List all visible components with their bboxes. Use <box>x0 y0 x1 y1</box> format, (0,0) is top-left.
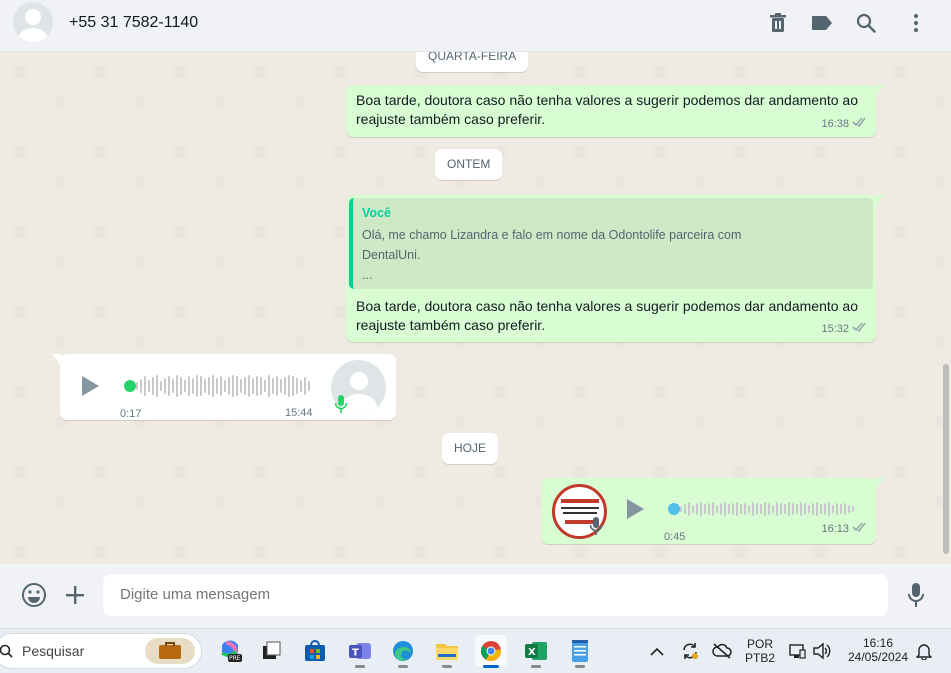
task-view-icon[interactable] <box>256 635 288 667</box>
message-text: Boa tarde, doutora caso não tenha valore… <box>356 92 858 127</box>
date-chip-today: HOJE <box>442 433 499 464</box>
notepad-icon[interactable] <box>564 635 596 668</box>
file-explorer-icon[interactable] <box>431 635 463 668</box>
excel-icon[interactable]: X <box>520 635 552 668</box>
date-chip-wednesday: QUARTA-FEIRA <box>416 52 529 72</box>
message-meta: 16:13 <box>821 520 868 539</box>
quote-ellipsis: ... <box>362 268 373 282</box>
waveform[interactable] <box>136 374 310 398</box>
quote-author: Você <box>362 206 391 220</box>
message-time: 15:44 <box>285 407 313 419</box>
outgoing-message[interactable]: Boa tarde, doutora caso não tenha valore… <box>346 85 884 137</box>
sync-icon[interactable] <box>680 641 700 666</box>
search-icon[interactable] <box>854 11 878 35</box>
quoted-message[interactable]: Você Olá, me chamo Lizandra e falo em no… <box>349 198 873 289</box>
chrome-icon[interactable] <box>475 635 507 668</box>
message-time: 16:13 <box>821 523 849 535</box>
message-composer <box>0 564 951 628</box>
message-time: 15:32 <box>821 323 849 335</box>
teams-icon[interactable]: T <box>344 635 376 668</box>
message-time: 16:38 <box>821 118 849 130</box>
svg-text:T: T <box>352 648 359 659</box>
double-check-icon <box>852 320 868 339</box>
voice-duration: 0:17 <box>120 408 142 420</box>
outgoing-message-with-reply[interactable]: Você Olá, me chamo Lizandra e falo em no… <box>346 195 884 342</box>
voice-duration: 0:45 <box>664 531 686 543</box>
clock-time: 16:16 <box>862 636 894 650</box>
progress-dot[interactable] <box>668 503 680 515</box>
language-indicator[interactable]: POR PTB2 <box>745 637 775 665</box>
windows-taskbar: Pesquisar PRE T X POR PTB2 16:16 24/05/2… <box>0 628 951 673</box>
date-chip-yesterday: ONTEM <box>435 149 503 180</box>
chat-area[interactable]: QUARTA-FEIRA Boa tarde, doutora caso não… <box>0 52 951 564</box>
menu-icon[interactable] <box>904 11 928 35</box>
volume-icon[interactable] <box>812 642 832 665</box>
double-check-icon <box>852 115 868 134</box>
message-input[interactable] <box>103 574 888 616</box>
chat-header: +55 31 7582-1140 <box>0 0 951 52</box>
progress-dot[interactable] <box>124 380 136 392</box>
play-icon[interactable] <box>82 376 99 396</box>
waveform[interactable] <box>680 497 854 521</box>
briefcase-icon <box>145 638 195 664</box>
mic-icon[interactable] <box>903 582 929 608</box>
clock-date: 24/05/2024 <box>847 650 909 664</box>
double-check-icon <box>852 520 868 539</box>
search-icon <box>0 644 13 658</box>
svg-text:X: X <box>528 647 536 658</box>
language-code: POR <box>746 637 773 651</box>
delete-icon[interactable] <box>766 11 790 35</box>
quote-text: Olá, me chamo Lizandra e falo em nome da… <box>362 225 782 285</box>
message-text: Boa tarde, doutora caso não tenha valore… <box>356 298 858 333</box>
label-icon[interactable] <box>810 11 834 35</box>
network-icon[interactable] <box>788 642 806 665</box>
emoji-icon[interactable] <box>21 582 47 608</box>
chevron-up-icon[interactable] <box>650 644 664 662</box>
taskbar-search[interactable]: Pesquisar <box>0 633 202 669</box>
message-meta: 15:32 <box>821 320 868 339</box>
message-meta: 16:38 <box>821 115 868 134</box>
chat-scrollbar[interactable] <box>943 364 949 554</box>
svg-text:PRE: PRE <box>229 655 241 662</box>
play-icon[interactable] <box>627 499 644 519</box>
clock[interactable]: 16:16 24/05/2024 <box>843 636 913 664</box>
edge-icon[interactable] <box>387 635 419 668</box>
notification-bell-icon[interactable] <box>915 642 933 665</box>
plus-icon[interactable] <box>62 582 88 608</box>
copilot-icon[interactable]: PRE <box>214 635 246 667</box>
quote-body: Olá, me chamo Lizandra e falo em nome da… <box>362 228 742 262</box>
outgoing-voice-message[interactable]: 0:45 16:13 <box>541 478 884 544</box>
contact-avatar[interactable] <box>13 2 53 42</box>
taskbar-search-placeholder: Pesquisar <box>22 643 85 659</box>
contact-name[interactable]: +55 31 7582-1140 <box>69 14 198 32</box>
store-icon[interactable] <box>299 635 331 667</box>
incoming-voice-message[interactable]: 0:17 15:44 <box>52 354 396 420</box>
mic-icon <box>334 394 348 419</box>
mic-icon <box>589 516 603 541</box>
cloud-off-icon[interactable] <box>712 642 732 665</box>
keyboard-layout: PTB2 <box>745 651 776 665</box>
